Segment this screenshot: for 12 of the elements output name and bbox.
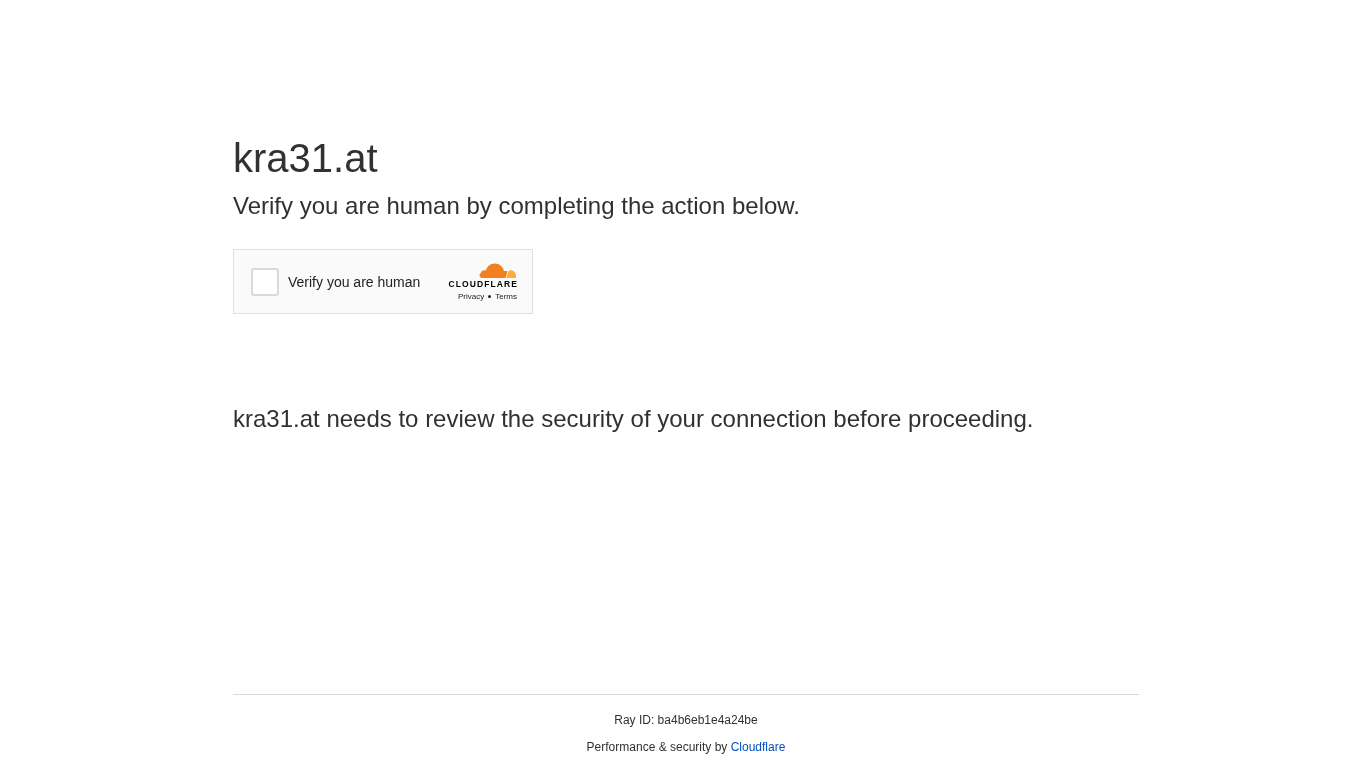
security-message: kra31.at needs to review the security of your connection before proceeding. xyxy=(233,404,1035,434)
verify-label: Verify you are human xyxy=(288,273,421,290)
cloudflare-link[interactable]: Cloudflare xyxy=(730,740,786,754)
verify-checkbox[interactable] xyxy=(251,267,279,296)
footer-credit: Performance & security by Cloudflare xyxy=(586,739,786,755)
site-domain-heading: kra31.at xyxy=(233,135,379,182)
widget-link[interactable]: Terms xyxy=(495,291,517,302)
instruction-heading: Verify you are human by completing the action below. xyxy=(233,191,801,221)
widget-link[interactable]: Privacy xyxy=(458,291,485,302)
brand-wordmark: CLOUDFLARE xyxy=(448,278,518,290)
ray-id-text: Ray ID: ba4b6eb1e4a24be xyxy=(614,712,758,728)
separator-dot-icon xyxy=(488,295,492,298)
